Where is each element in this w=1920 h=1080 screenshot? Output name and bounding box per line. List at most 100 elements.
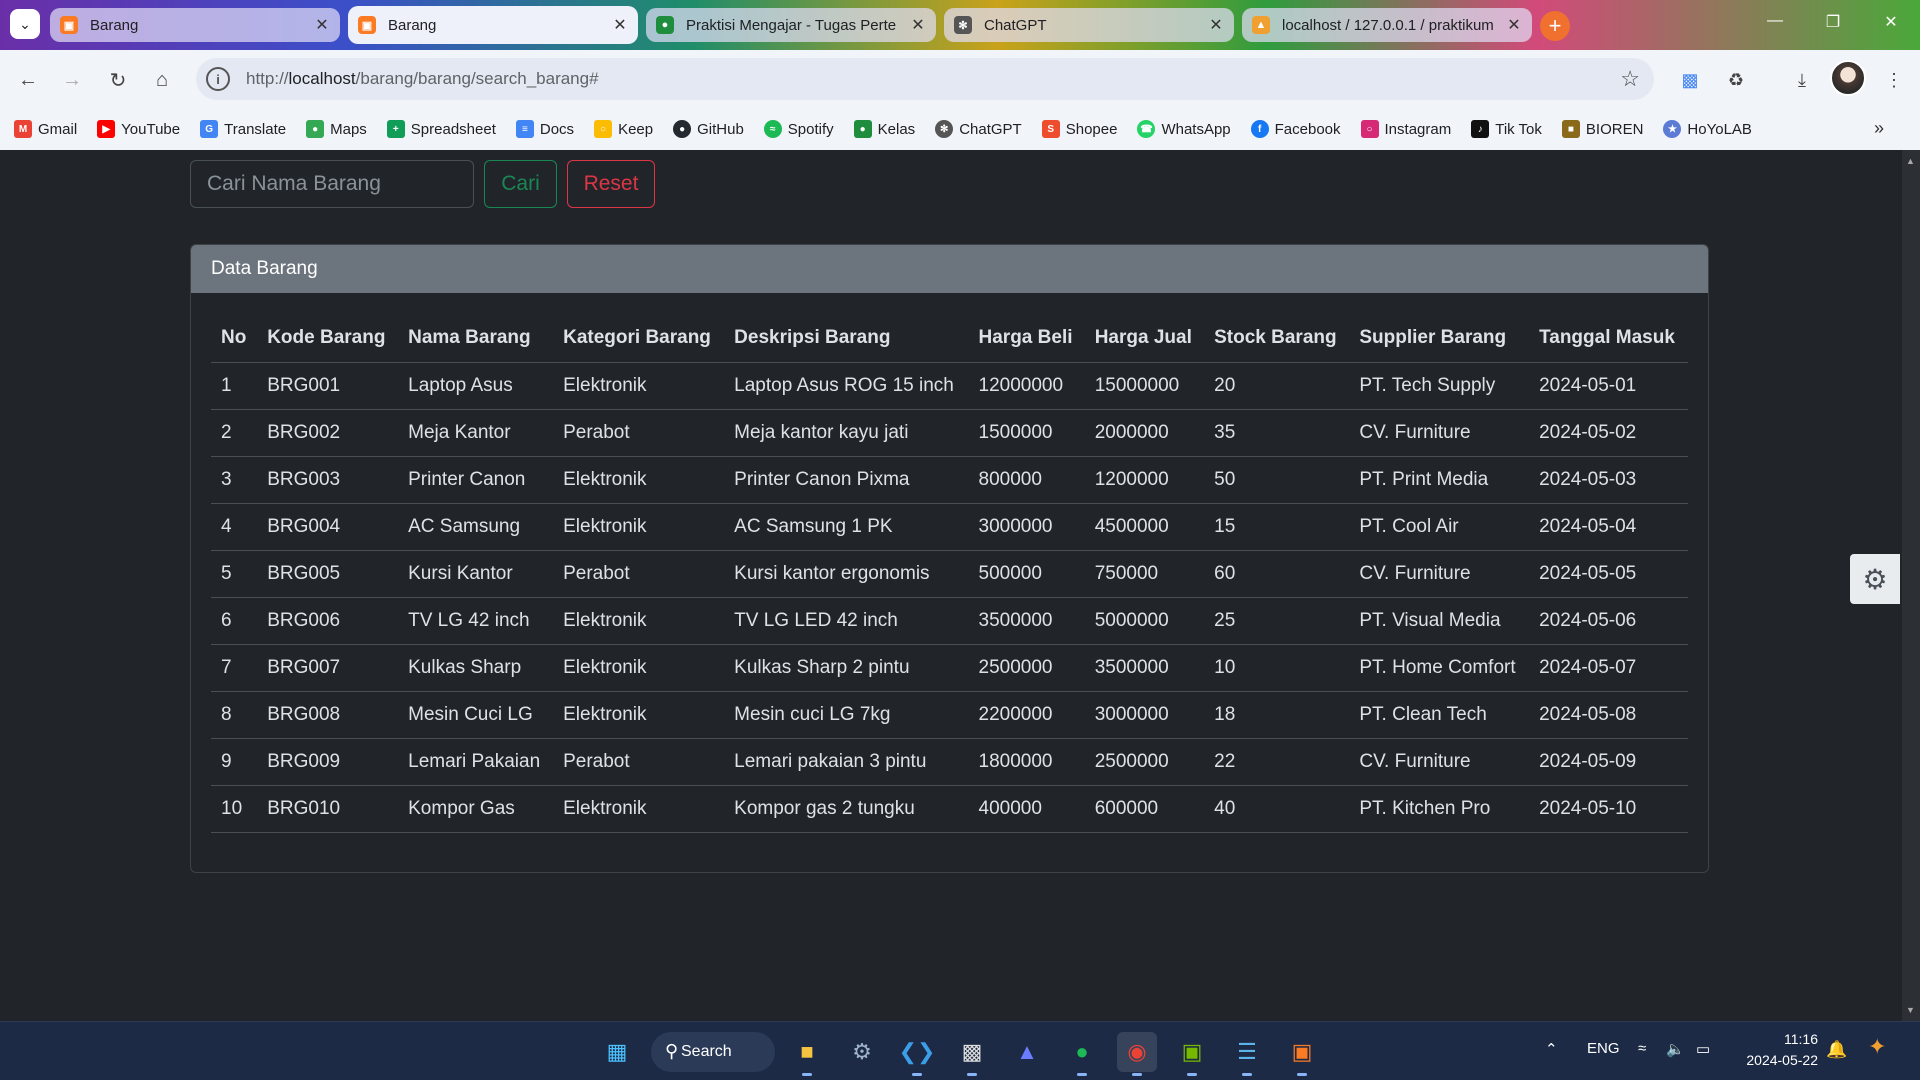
tab-barang-2[interactable]: ▣ Barang ✕ — [348, 6, 638, 44]
cell-harga-beli: 12000000 — [968, 362, 1085, 410]
bookmark-chatgpt[interactable]: ✻ ChatGPT — [935, 120, 1022, 138]
cell-nama: Meja Kantor — [398, 409, 554, 457]
cell-kode: BRG004 — [257, 503, 399, 551]
page-scrollbar[interactable]: ▲ ▼ — [1902, 150, 1920, 1021]
bookmark-label: Keep — [618, 120, 654, 138]
bookmark-keep[interactable]: ○ Keep — [594, 120, 653, 138]
bookmark-label: Spotify — [787, 120, 834, 138]
restore-icon[interactable]: ❐ — [1818, 12, 1848, 32]
home-icon[interactable]: ⌂ — [148, 66, 176, 94]
cell-harga-jual: 3000000 — [1084, 691, 1205, 739]
cell-kode: BRG007 — [257, 644, 399, 692]
system-clock[interactable]: 11:16 2024-05-22 — [1736, 1029, 1818, 1071]
tab-praktisi-mengajar[interactable]: ● Praktisi Mengajar - Tugas Perte ✕ — [646, 8, 936, 42]
bookmark-facebook[interactable]: f Facebook — [1250, 120, 1341, 138]
close-icon[interactable]: ✕ — [1506, 15, 1522, 35]
close-icon[interactable]: ✕ — [910, 15, 926, 35]
github-icon: ● — [673, 120, 692, 138]
table-row: 9 BRG009 Lemari Pakaian Perabot Lemari pakai… — [211, 738, 1688, 786]
close-icon[interactable]: ✕ — [612, 15, 628, 35]
notepad-icon[interactable]: ☰ — [1227, 1032, 1267, 1076]
window-close-icon[interactable]: ✕ — [1876, 12, 1906, 32]
nvidia-icon[interactable]: ▣ — [1172, 1032, 1212, 1076]
gear-icon: ⚙ — [1862, 563, 1888, 595]
language-indicator[interactable]: ENG — [1587, 1040, 1620, 1057]
extensions-icon[interactable]: ♻ — [1722, 66, 1750, 94]
cell-nama: Lemari Pakaian — [398, 738, 554, 786]
copilot-icon[interactable]: ✦ — [1868, 1034, 1886, 1060]
profile-avatar[interactable] — [1830, 60, 1866, 96]
bookmark-shopee[interactable]: S Shopee — [1041, 120, 1117, 138]
back-icon[interactable]: ← — [14, 66, 42, 94]
scroll-down-icon[interactable]: ▼ — [1906, 1005, 1915, 1015]
bookmark-spreadsheet[interactable]: + Spreadsheet — [386, 120, 496, 138]
close-icon[interactable]: ✕ — [1208, 15, 1224, 35]
more-bookmarks-icon[interactable]: » — [1874, 118, 1884, 139]
tab-chatgpt[interactable]: ✻ ChatGPT ✕ — [944, 8, 1234, 42]
search-button[interactable]: Cari — [484, 160, 557, 208]
table-row: 5 BRG005 Kursi Kantor Perabot Kursi kantor e… — [211, 550, 1688, 598]
bookmark-bioren[interactable]: ■ BIOREN — [1561, 120, 1643, 138]
cell-harga-jual: 3500000 — [1084, 644, 1205, 692]
scroll-up-icon[interactable]: ▲ — [1906, 156, 1915, 166]
battery-icon[interactable]: ▭ — [1696, 1040, 1710, 1058]
cell-kode: BRG010 — [257, 785, 399, 833]
wifi-icon[interactable]: ≈ — [1638, 1040, 1646, 1057]
reset-button[interactable]: Reset — [567, 160, 655, 208]
editor-icon[interactable]: ▲ — [1007, 1032, 1047, 1072]
column-header-stock: Stock Barang — [1204, 315, 1350, 363]
bookmark-instagram[interactable]: ○ Instagram — [1360, 120, 1451, 138]
reload-icon[interactable]: ↻ — [104, 66, 132, 94]
vscode-icon[interactable]: ❮❯ — [897, 1032, 937, 1076]
youtube-icon: ▶ — [97, 120, 116, 138]
settings-icon[interactable]: ⚙ — [842, 1032, 882, 1072]
bookmark-star-icon[interactable]: ☆ — [1620, 66, 1640, 92]
bookmark-github[interactable]: ● GitHub — [673, 120, 744, 138]
bookmark-kelas[interactable]: ● Kelas — [853, 120, 915, 138]
bookmark-gmail[interactable]: M Gmail — [14, 120, 77, 138]
bookmark-docs[interactable]: ≡ Docs — [515, 120, 574, 138]
bookmark-whatsapp[interactable]: ☎ WhatsApp — [1137, 120, 1231, 138]
chrome-icon[interactable]: ◉ — [1117, 1032, 1157, 1076]
site-info-icon[interactable]: i — [206, 67, 230, 91]
tray-overflow-icon[interactable]: ⌃ — [1545, 1040, 1558, 1058]
bookmark-hoyolab[interactable]: ★ HoYoLAB — [1663, 120, 1752, 138]
tab-phpmyadmin[interactable]: ▲ localhost / 127.0.0.1 / praktikum ✕ — [1242, 8, 1532, 42]
cell-no: 6 — [211, 597, 258, 645]
close-icon[interactable]: ✕ — [314, 15, 330, 35]
bookmark-spotify[interactable]: ≈ Spotify — [763, 120, 834, 138]
tab-search-button[interactable]: ⌄ — [10, 9, 40, 39]
bookmark-youtube[interactable]: ▶ YouTube — [97, 120, 180, 138]
new-tab-button[interactable]: + — [1540, 11, 1570, 41]
minimize-icon[interactable]: — — [1760, 12, 1790, 30]
url-path: /barang/barang/search_barang# — [355, 69, 599, 88]
bookmark-maps[interactable]: ● Maps — [306, 120, 367, 138]
forward-icon[interactable]: → — [58, 66, 86, 94]
more-menu-icon[interactable]: ⋮ — [1880, 66, 1908, 94]
start-icon[interactable]: ▦ — [597, 1032, 637, 1072]
terminal-icon[interactable]: ▩ — [952, 1032, 992, 1076]
notification-bell-icon[interactable]: 🔔 — [1826, 1040, 1847, 1060]
download-icon[interactable]: ⤓ — [1788, 66, 1816, 94]
volume-icon[interactable]: 🔈 — [1666, 1040, 1685, 1058]
table-header-row: No Kode Barang Nama Barang Kategori Bara… — [211, 315, 1688, 363]
page-content: Cari Reset Data Barang No Kode Barang Na… — [0, 150, 1902, 1021]
cell-no: 8 — [211, 691, 258, 739]
cell-supplier: CV. Furniture — [1349, 409, 1530, 457]
cell-supplier: CV. Furniture — [1349, 550, 1530, 598]
xampp-icon[interactable]: ▣ — [1282, 1032, 1322, 1076]
spotify-icon[interactable]: ● — [1062, 1032, 1102, 1076]
bookmark-tiktok[interactable]: ♪ Tik Tok — [1471, 120, 1542, 138]
maps-icon: ● — [306, 120, 325, 138]
tab-barang-1[interactable]: ▣ Barang ✕ — [50, 8, 340, 42]
bookmark-translate[interactable]: G Translate — [200, 120, 286, 138]
bookmark-label: WhatsApp — [1161, 120, 1231, 138]
cell-harga-beli: 500000 — [968, 550, 1085, 598]
taskbar-search[interactable]: ⚲ Search — [651, 1032, 775, 1072]
file-explorer-icon[interactable]: ■ — [787, 1032, 827, 1076]
google-translate-icon[interactable]: ▩ — [1676, 66, 1704, 94]
cell-kategori: Elektronik — [553, 644, 725, 692]
search-input[interactable] — [190, 160, 474, 208]
settings-gear-button[interactable]: ⚙ — [1850, 554, 1900, 604]
address-bar[interactable]: i http://localhost/barang/barang/search_… — [196, 58, 1654, 100]
